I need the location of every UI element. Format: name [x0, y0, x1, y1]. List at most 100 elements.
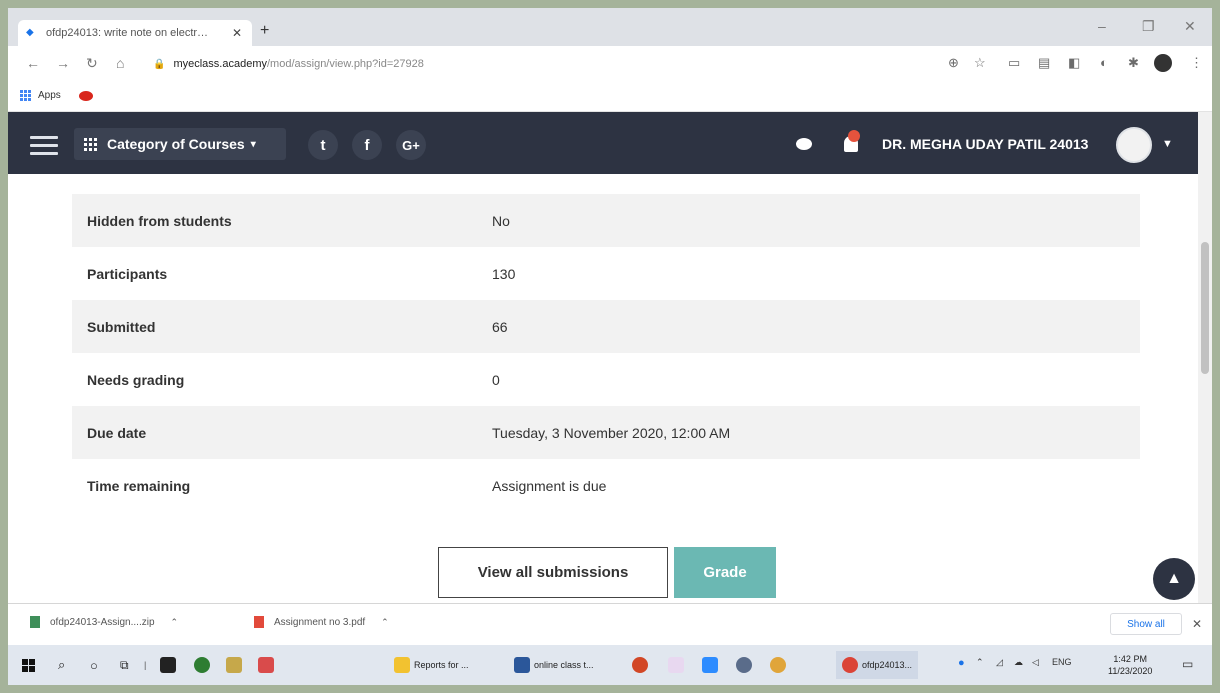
taskbar-app-label: ofdp24013... — [862, 660, 913, 670]
zoom-icon[interactable]: ⊕ — [948, 55, 959, 71]
twitter-icon[interactable]: t — [308, 130, 338, 160]
close-icon[interactable]: ✕ — [1192, 617, 1202, 631]
close-tab-icon[interactable]: ✕ — [230, 26, 244, 40]
zip-file-icon — [30, 616, 40, 628]
table-row: Time remaining Assignment is due — [72, 459, 1140, 512]
input-language[interactable]: ENG — [1052, 657, 1072, 667]
bookmark-star-icon[interactable]: ☆ — [974, 55, 986, 71]
word-icon — [514, 657, 530, 673]
folder-icon — [394, 657, 410, 673]
profile-icon[interactable] — [1154, 54, 1172, 72]
chrome-icon[interactable] — [770, 655, 786, 675]
row-label: Time remaining — [87, 477, 191, 494]
messages-icon[interactable] — [796, 138, 812, 150]
google-plus-icon[interactable]: G+ — [396, 130, 426, 160]
clock-time: 1:42 PM — [1113, 654, 1147, 664]
table-row: Submitted 66 — [72, 300, 1140, 353]
grading-summary-table: Hidden from students No Participants 130… — [72, 194, 1140, 512]
app-icon[interactable] — [194, 655, 210, 675]
menu-dots-icon[interactable]: ⋮ — [1190, 55, 1203, 71]
view-all-submissions-button[interactable]: View all submissions — [438, 547, 668, 598]
notification-center-icon[interactable]: ▭ — [1182, 657, 1193, 671]
cast-icon[interactable]: ▭ — [1008, 55, 1020, 71]
new-tab-icon[interactable]: + — [260, 22, 269, 40]
clock[interactable]: 1:42 PM 11/23/2020 — [1108, 653, 1152, 677]
row-value: 66 — [492, 318, 508, 335]
hamburger-menu-icon[interactable] — [30, 136, 58, 155]
back-icon[interactable]: ← — [26, 55, 40, 71]
download-item[interactable]: ofdp24013-Assign....zip ⌃ — [30, 616, 178, 628]
table-row: Hidden from students No — [72, 194, 1140, 247]
taskbar-app-chrome[interactable]: ofdp24013... — [836, 651, 919, 679]
minimize-icon[interactable]: – — [1098, 18, 1106, 34]
grade-button[interactable]: Grade — [674, 547, 776, 598]
forward-icon[interactable]: → — [56, 55, 70, 71]
cortana-icon[interactable]: ○ — [90, 655, 98, 675]
reload-icon[interactable]: ↻ — [86, 55, 98, 72]
facebook-icon[interactable]: f — [352, 130, 382, 160]
page-scrollbar[interactable] — [1198, 112, 1212, 603]
table-row: Participants 130 — [72, 247, 1140, 300]
powerpoint-icon[interactable] — [632, 655, 648, 675]
notification-badge — [848, 130, 860, 142]
avatar[interactable] — [1116, 127, 1152, 163]
site-navbar: Category of Courses ▾ t f G+ DR. MEGHA U… — [8, 112, 1212, 174]
clock-date: 11/23/2020 — [1108, 666, 1153, 676]
chevron-up-icon[interactable]: ⌃ — [171, 617, 179, 628]
restore-icon[interactable]: ❐ — [1142, 18, 1155, 35]
network-icon[interactable]: ◿ — [996, 657, 1003, 668]
chevron-up-icon: ▲ — [1166, 570, 1182, 587]
home-icon[interactable]: ⌂ — [116, 55, 124, 71]
scroll-to-top-button[interactable]: ▲ — [1153, 558, 1195, 600]
app-icon[interactable] — [668, 655, 684, 675]
main-content: Hidden from students No Participants 130… — [8, 174, 1198, 603]
task-view-icon[interactable]: ⧉ — [120, 655, 129, 675]
pdf-file-icon — [254, 616, 264, 628]
user-name[interactable]: DR. MEGHA UDAY PATIL 24013 — [882, 136, 1088, 152]
taskbar-app-reports[interactable]: Reports for ... — [388, 651, 475, 679]
taskbar-app-word[interactable]: online class t... — [508, 651, 600, 679]
store-icon[interactable] — [160, 655, 176, 675]
app-icon[interactable] — [226, 655, 242, 675]
url-host: myeclass.academy — [173, 58, 267, 70]
puzzle-icon[interactable]: ✱ — [1128, 55, 1139, 71]
row-value: Assignment is due — [492, 477, 607, 494]
system-tray-icon[interactable]: ● — [958, 657, 965, 669]
download-shelf: ofdp24013-Assign....zip ⌃ Assignment no … — [8, 603, 1212, 645]
scrollbar-thumb[interactable] — [1201, 242, 1209, 374]
chevron-up-icon[interactable]: ⌃ — [381, 617, 389, 628]
extension-icon[interactable]: ◐ — [1100, 55, 1108, 70]
category-of-courses-button[interactable]: Category of Courses ▾ — [74, 128, 286, 160]
browser-tab[interactable]: ◆ ofdp24013: write note on electr… ✕ — [18, 20, 252, 46]
zoom-app-icon[interactable] — [702, 655, 718, 675]
onedrive-icon[interactable]: ☁ — [1014, 657, 1023, 668]
apps-bookmark[interactable]: Apps — [38, 90, 61, 101]
close-window-icon[interactable]: ✕ — [1184, 18, 1196, 35]
download-filename: ofdp24013-Assign....zip — [50, 616, 155, 628]
windows-logo-icon — [22, 658, 35, 672]
row-value: Tuesday, 3 November 2020, 12:00 AM — [492, 424, 731, 441]
row-value: 130 — [492, 265, 516, 282]
row-value: No — [492, 212, 510, 229]
apps-grid-icon[interactable] — [20, 89, 32, 102]
show-all-downloads-button[interactable]: Show all — [1110, 613, 1182, 635]
extension-icon[interactable]: ◧ — [1068, 55, 1080, 71]
start-button[interactable] — [22, 655, 35, 675]
user-menu-caret-icon[interactable]: ▼ — [1162, 138, 1173, 150]
app-icon[interactable] — [258, 655, 274, 675]
grid-icon — [84, 137, 97, 151]
lock-icon: 🔒 — [153, 58, 166, 70]
extension-icon[interactable]: ▤ — [1038, 55, 1050, 71]
volume-icon[interactable]: ◁ — [1032, 657, 1039, 668]
windows-taskbar: ⌕ ○ ⧉ | Reports for ... online class t..… — [8, 645, 1212, 685]
download-item[interactable]: Assignment no 3.pdf ⌃ — [254, 616, 389, 628]
app-icon[interactable] — [736, 655, 752, 675]
chevron-up-icon[interactable]: ⌃ — [976, 657, 984, 668]
url-field[interactable]: 🔒 myeclass.academy /mod/assign/view.php?… — [153, 52, 943, 76]
tab-strip: ◆ ofdp24013: write note on electr… ✕ + –… — [8, 8, 1212, 46]
bookmark-icon[interactable] — [78, 90, 93, 101]
taskbar-divider: | — [144, 660, 147, 670]
search-icon[interactable]: ⌕ — [58, 655, 65, 675]
browser-window: ◆ ofdp24013: write note on electr… ✕ + –… — [8, 8, 1212, 685]
row-label: Submitted — [87, 318, 156, 335]
